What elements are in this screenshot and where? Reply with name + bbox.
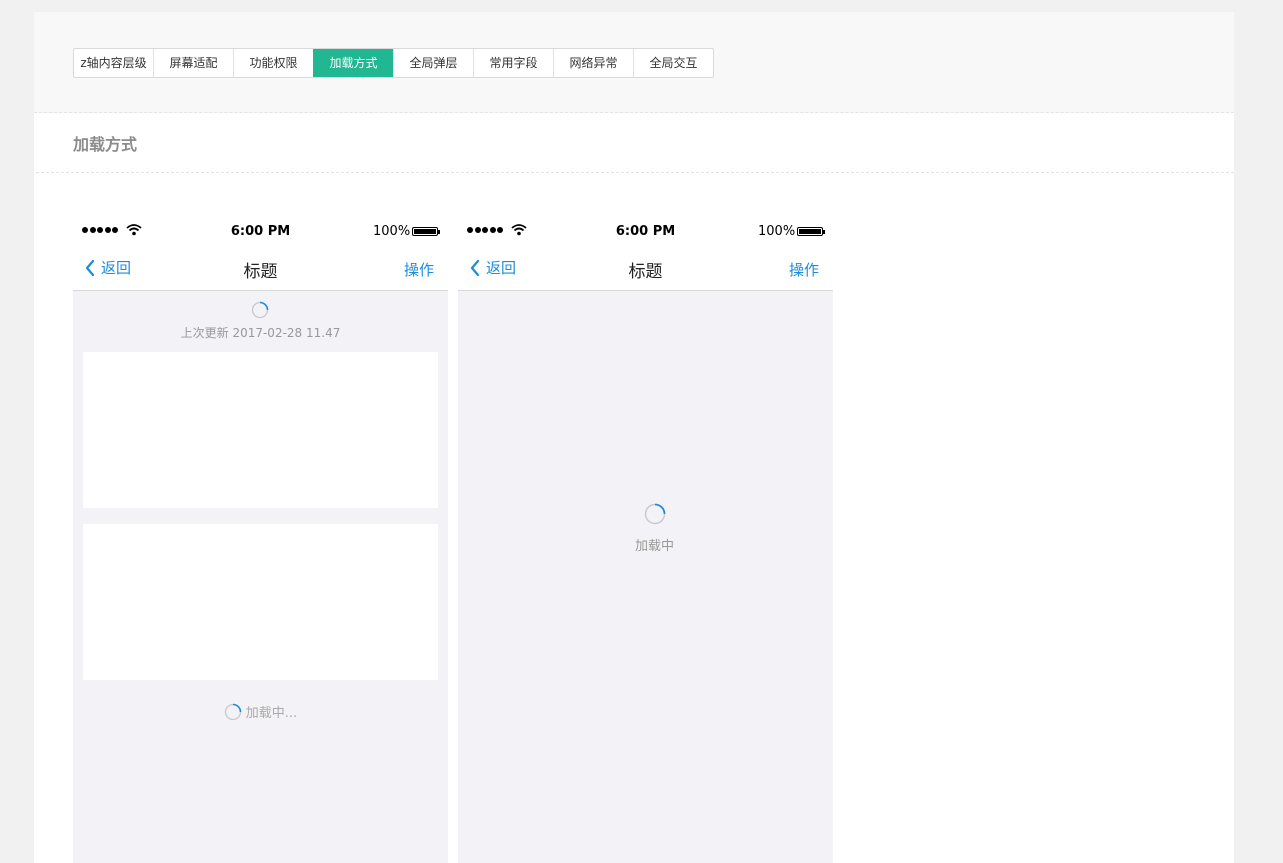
nav-bar: 返回 标题 操作 <box>73 244 448 291</box>
nav-bar: 返回 标题 操作 <box>458 244 833 291</box>
action-button[interactable]: 操作 <box>404 259 434 280</box>
battery-percent: 100% <box>373 224 411 239</box>
tab-screen-adapt[interactable]: 屏幕适配 <box>153 49 233 77</box>
tab-group: z轴内容层级 屏幕适配 功能权限 加载方式 全局弹层 常用字段 网络异常 全局交… <box>73 48 714 78</box>
tab-network-error[interactable]: 网络异常 <box>553 49 633 77</box>
tab-bar-area: z轴内容层级 屏幕适配 功能权限 加载方式 全局弹层 常用字段 网络异常 全局交… <box>34 12 1234 113</box>
section-title: 加载方式 <box>73 135 138 154</box>
status-bar: 6:00 PM 100% <box>458 220 833 244</box>
spinner-icon <box>224 703 242 720</box>
status-bar: 6:00 PM 100% <box>73 220 448 244</box>
nav-title: 标题 <box>628 262 663 282</box>
tab-permissions[interactable]: 功能权限 <box>233 49 313 77</box>
load-more-text: 加载中... <box>245 706 298 721</box>
phone-mockup-pull-refresh: 6:00 PM 100% 返回 标题 操作 上次更新 2017-02-28 11… <box>73 220 448 863</box>
tab-loading[interactable]: 加载方式 <box>313 49 393 77</box>
divider <box>36 172 1234 173</box>
spinner-icon <box>644 503 666 525</box>
load-more-indicator: 加载中... <box>73 702 448 721</box>
tab-common-fields[interactable]: 常用字段 <box>473 49 553 77</box>
battery-percent: 100% <box>758 224 796 239</box>
loading-text: 加载中 <box>634 539 674 554</box>
battery-icon <box>797 227 825 236</box>
tab-global-interaction[interactable]: 全局交互 <box>633 49 713 77</box>
content-card <box>83 352 438 508</box>
nav-title: 标题 <box>243 262 278 282</box>
last-update-text: 上次更新 2017-02-28 11.47 <box>180 326 341 340</box>
action-button[interactable]: 操作 <box>789 259 819 280</box>
battery-icon <box>412 227 440 236</box>
tab-global-popup[interactable]: 全局弹层 <box>393 49 473 77</box>
content-card <box>83 524 438 680</box>
tab-z-axis[interactable]: z轴内容层级 <box>74 49 153 77</box>
main-panel: z轴内容层级 屏幕适配 功能权限 加载方式 全局弹层 常用字段 网络异常 全局交… <box>34 12 1234 863</box>
phone-mockup-page-loading: 6:00 PM 100% 返回 标题 操作 加载中 <box>458 220 833 863</box>
spinner-icon <box>251 301 269 319</box>
